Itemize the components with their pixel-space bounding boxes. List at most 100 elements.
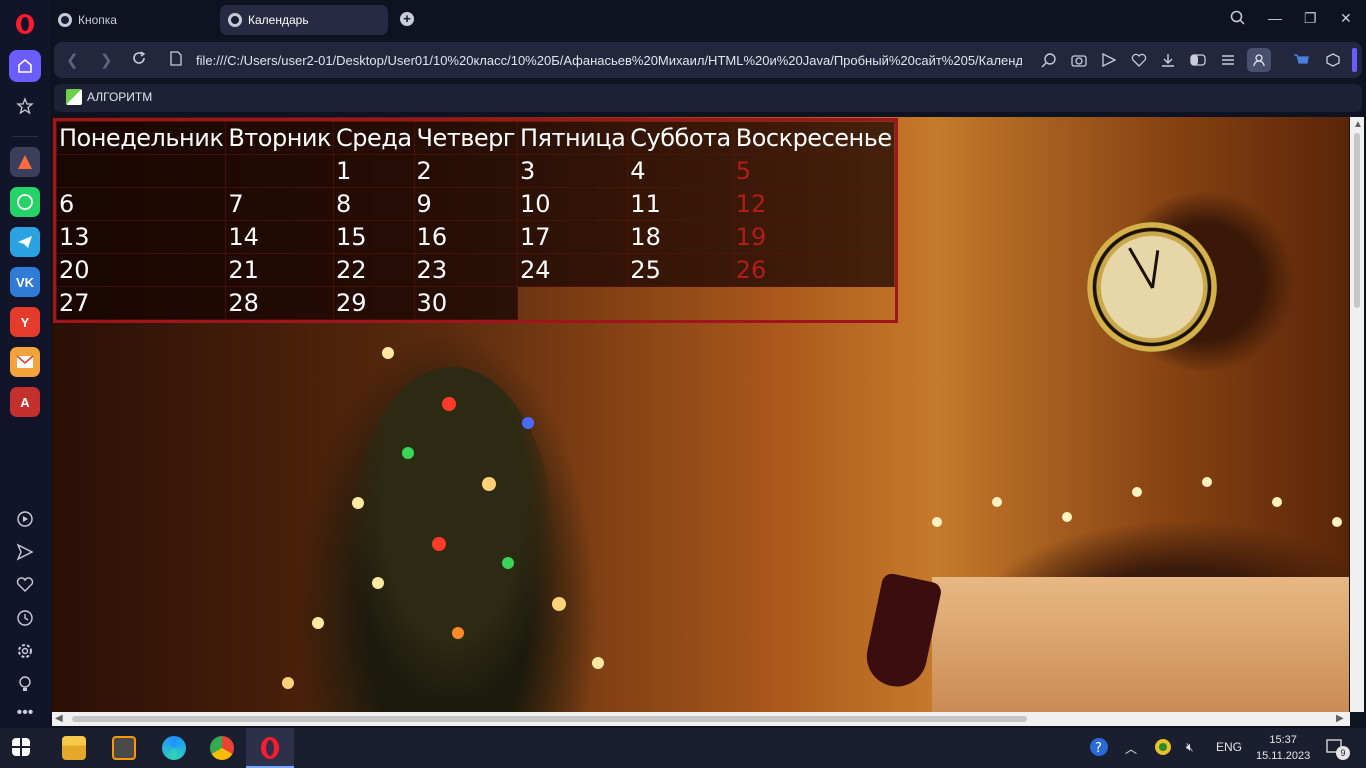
player-icon[interactable] (16, 510, 34, 533)
horizontal-scroll-thumb[interactable] (72, 716, 1027, 722)
day-cell: 22 (332, 253, 415, 287)
star-icon[interactable] (9, 90, 41, 122)
day-cell: 17 (516, 220, 629, 254)
close-button[interactable]: ✕ (1340, 10, 1352, 27)
horizontal-scrollbar[interactable]: ◀ ▶ (52, 712, 1350, 726)
minimize-button[interactable]: — (1268, 10, 1282, 26)
translate-icon[interactable]: A (10, 387, 40, 417)
new-tab-button[interactable]: + (400, 12, 414, 26)
day-cell: 18 (627, 220, 734, 254)
globe-icon (228, 13, 242, 27)
day-cell: 4 (627, 154, 734, 188)
header-friday: Пятница (516, 121, 629, 155)
menu-icon[interactable] (1219, 51, 1237, 69)
bookmark-algoritm[interactable]: АЛГОРИТМ (66, 89, 152, 105)
day-cell: 11 (627, 187, 734, 221)
extensions-icon[interactable] (1324, 51, 1342, 69)
day-cell: 6 (55, 187, 227, 221)
maximize-button[interactable]: ❐ (1304, 10, 1317, 27)
header-wednesday: Среда (332, 121, 415, 155)
calendar-week-row: 27 28 29 30 (55, 286, 895, 320)
home-icon[interactable] (9, 50, 41, 82)
forward-icon[interactable]: ❯ (100, 51, 113, 69)
day-cell: 15 (332, 220, 415, 254)
profile-icon[interactable] (1247, 48, 1271, 72)
send-to-icon[interactable] (1100, 51, 1118, 69)
vk-icon[interactable]: VK (10, 267, 40, 297)
file-explorer-icon[interactable] (62, 736, 86, 760)
day-cell-sunday: 19 (732, 220, 895, 254)
address-bar-url[interactable]: file:///C:/Users/user2-01/Desktop/User01… (196, 53, 1022, 68)
more-icon[interactable]: ••• (17, 705, 34, 721)
calendar-table: Понедельник Вторник Среда Четверг Пятниц… (53, 118, 898, 323)
file-icon (170, 51, 182, 70)
network-app-icon[interactable] (1154, 738, 1172, 759)
day-cell-sunday: 26 (732, 253, 895, 287)
download-icon[interactable] (1159, 51, 1177, 69)
settings-icon[interactable] (16, 642, 34, 665)
search-tabs-icon[interactable] (1230, 10, 1246, 29)
taskbar-clock[interactable]: 15:37 15.11.2023 (1256, 732, 1310, 764)
day-cell-sunday: 12 (732, 187, 895, 221)
day-cell-sunday: 5 (732, 154, 895, 188)
calendar-week-row: 13 14 15 16 17 18 19 (55, 220, 895, 254)
chevron-up-icon[interactable]: ︿ (1125, 740, 1137, 757)
vertical-scroll-thumb[interactable] (1354, 133, 1360, 308)
sidebar-toggle[interactable] (1352, 48, 1357, 72)
volume-muted-icon[interactable]: 🔇︎ (1186, 740, 1194, 755)
tab-bar: Кнопка Календарь + — ❐ ✕ (50, 0, 1366, 38)
day-cell: 1 (332, 154, 415, 188)
tab-knopka[interactable]: Кнопка (50, 5, 215, 35)
send-icon[interactable] (16, 543, 34, 566)
camera-icon[interactable] (1070, 51, 1088, 69)
bookmark-heart-icon[interactable] (1130, 51, 1148, 69)
day-cell: 30 (413, 286, 519, 320)
header-sunday: Воскресенье (732, 121, 895, 155)
vertical-scrollbar[interactable]: ▲ (1350, 117, 1364, 712)
help-icon[interactable]: ? (1088, 736, 1110, 761)
tab-calendar[interactable]: Календарь (220, 5, 388, 35)
opera-logo-icon[interactable] (11, 10, 39, 38)
address-toolbar: ❮ ❯ file:///C:/Users/user2-01/Desktop/Us… (54, 42, 1362, 78)
notifications-icon[interactable]: 9 (1326, 738, 1350, 761)
sublime-icon[interactable] (112, 736, 136, 760)
day-cell: 10 (516, 187, 629, 221)
mail-icon[interactable] (10, 347, 40, 377)
aria-icon[interactable] (10, 147, 40, 177)
language-indicator[interactable]: ENG (1216, 740, 1242, 754)
yandex-icon[interactable]: Y (10, 307, 40, 337)
opera-taskbar-button[interactable] (246, 728, 294, 768)
day-cell (55, 154, 227, 188)
shopping-icon[interactable] (1292, 51, 1310, 69)
reload-icon[interactable] (132, 51, 146, 69)
notification-count: 9 (1336, 746, 1350, 760)
day-cell: 28 (225, 286, 334, 320)
header-thursday: Четверг (413, 121, 519, 155)
clock-date: 15.11.2023 (1256, 750, 1311, 762)
page-viewport: Понедельник Вторник Среда Четверг Пятниц… (52, 117, 1349, 712)
back-icon[interactable]: ❮ (66, 51, 79, 69)
day-cell: 9 (413, 187, 519, 221)
calendar-header-row: Понедельник Вторник Среда Четверг Пятниц… (55, 121, 895, 155)
telegram-icon[interactable] (10, 227, 40, 257)
day-cell: 13 (55, 220, 227, 254)
lightbulb-icon[interactable] (16, 675, 34, 698)
start-icon[interactable] (12, 738, 30, 756)
day-cell: 25 (627, 253, 734, 287)
edge-icon[interactable] (162, 736, 186, 760)
day-cell: 20 (55, 253, 227, 287)
day-cell: 16 (413, 220, 519, 254)
scroll-right-icon[interactable]: ▶ (1336, 713, 1344, 724)
whatsapp-icon[interactable] (10, 187, 40, 217)
history-icon[interactable] (16, 609, 34, 632)
chrome-icon[interactable] (210, 736, 234, 760)
easy-setup-icon[interactable] (1189, 51, 1207, 69)
scroll-left-icon[interactable]: ◀ (55, 713, 63, 724)
heart-icon[interactable] (16, 576, 34, 599)
opera-sidebar: VK Y A ••• (0, 0, 50, 728)
zoom-search-icon[interactable] (1040, 51, 1058, 69)
scroll-up-icon[interactable]: ▲ (1353, 119, 1363, 130)
header-saturday: Суббота (627, 121, 734, 155)
day-cell: 24 (516, 253, 629, 287)
day-cell: 23 (413, 253, 519, 287)
